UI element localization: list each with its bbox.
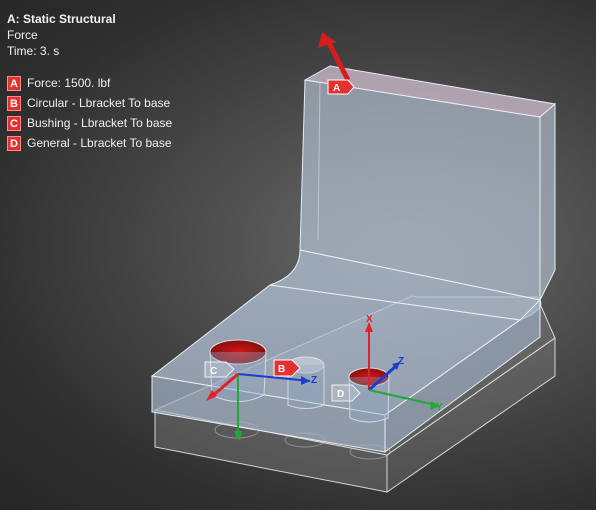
label-tag-a[interactable]: A: [327, 79, 355, 95]
label-b-text: B: [278, 364, 285, 375]
axis-y-label-d: Y: [436, 402, 443, 413]
label-d-text: D: [337, 389, 344, 400]
axis-z-label-c: Z: [311, 375, 317, 386]
label-c-text: C: [210, 366, 217, 377]
model-viewport[interactable]: A Z Y C B X Z Y D: [0, 0, 596, 510]
axis-z-label-d: Z: [398, 356, 404, 367]
axis-x-label-d: X: [366, 314, 373, 325]
axis-y-label-c: Y: [236, 432, 243, 443]
label-a-text: A: [333, 83, 340, 94]
